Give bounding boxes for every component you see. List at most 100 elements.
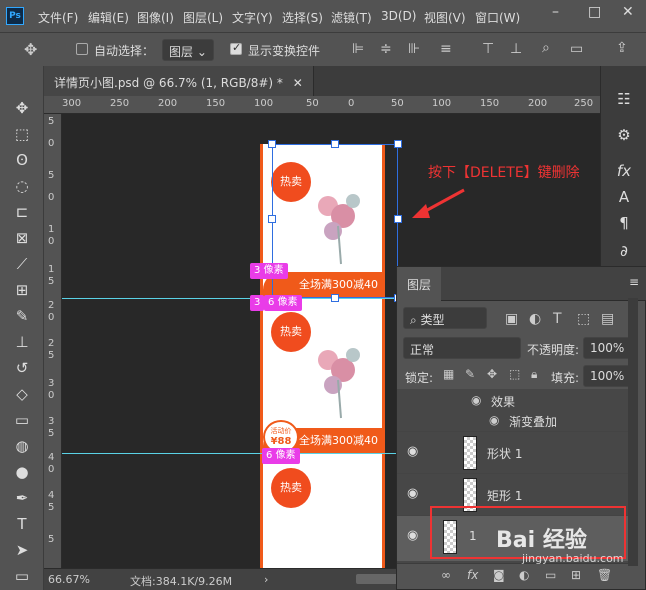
filter-adjust-icon[interactable]: ◐ — [529, 311, 541, 327]
filter-smart-icon[interactable]: ▤ — [601, 311, 614, 327]
align-right-icon[interactable]: ⊪ — [408, 41, 420, 57]
filter-pixel-icon[interactable]: ▣ — [505, 311, 518, 327]
transform-handle[interactable] — [268, 215, 276, 223]
align-top-icon[interactable]: ⊤ — [482, 41, 494, 57]
menu-file[interactable]: 文件(F) — [38, 9, 78, 26]
layers-tab[interactable]: 图层 — [397, 267, 442, 301]
glyphs-icon[interactable]: ∂ — [613, 242, 635, 264]
trash-icon[interactable]: 🗑︎ — [597, 568, 612, 582]
quick-select-icon[interactable]: ◌ — [12, 176, 32, 196]
zoom-level[interactable]: 66.67% — [48, 573, 90, 586]
move-tool-icon[interactable]: ✥ — [12, 98, 32, 118]
panel-menu-icon[interactable]: ≡ — [629, 275, 639, 289]
pen-tool-icon[interactable]: ✒ — [12, 488, 32, 508]
healing-brush-icon[interactable]: ⊞ — [12, 280, 32, 300]
transform-handle[interactable] — [331, 294, 339, 302]
path-select-icon[interactable]: ➤ — [12, 540, 32, 560]
link-icon[interactable]: ∞ — [441, 568, 451, 582]
visibility-eye-icon[interactable]: ◉ — [407, 528, 421, 543]
visibility-eye-icon[interactable]: ◉ — [407, 486, 421, 501]
dodge-tool-icon[interactable]: ● — [12, 462, 32, 482]
transform-handle[interactable] — [268, 140, 276, 148]
mask-icon[interactable]: ◙ — [493, 568, 505, 582]
group-icon[interactable]: ▭ — [545, 568, 556, 582]
transform-box[interactable] — [272, 144, 398, 298]
fx-icon[interactable]: fx — [613, 162, 635, 184]
history-brush-icon[interactable]: ↺ — [12, 358, 32, 378]
rectangle-tool-icon[interactable]: ▭ — [12, 566, 32, 586]
price-badge-label: 活动价 — [270, 427, 292, 435]
ruler-label: 200 — [528, 98, 548, 109]
search-icon[interactable]: ⌕ — [542, 40, 550, 56]
transform-handle[interactable] — [331, 140, 339, 148]
kind-filter-dropdown[interactable]: ⌕ 类型 — [403, 307, 487, 329]
distribute-icon[interactable]: ≡ — [440, 41, 452, 57]
eyedropper-icon[interactable]: ⟋ — [12, 254, 32, 274]
workspace-icon[interactable]: ▭ — [570, 41, 583, 57]
lock-all-icon[interactable]: 🔒︎ — [531, 367, 537, 382]
lock-transparent-icon[interactable]: ▦ — [443, 367, 454, 381]
blend-mode-dropdown[interactable]: 正常 — [403, 337, 521, 359]
document-info: 文档:384.1K/9.26M — [130, 575, 233, 588]
share-icon[interactable]: ⇪ — [616, 40, 628, 56]
status-arrow-icon[interactable]: › — [264, 573, 268, 586]
layer-row[interactable]: ◉ 形状 1 — [397, 431, 632, 473]
properties-icon[interactable]: ⚙ — [613, 126, 635, 148]
close-window-button[interactable]: ✕ — [622, 4, 634, 20]
effect-visibility-icon[interactable]: ◉ — [471, 393, 481, 407]
adjustments-icon[interactable]: ☷ — [613, 90, 635, 112]
type-tool-icon[interactable]: T — [12, 514, 32, 534]
new-layer-icon[interactable]: ⊞ — [571, 568, 581, 582]
maximize-button[interactable]: □ — [588, 4, 601, 20]
auto-select-checkbox[interactable] — [76, 43, 88, 55]
visibility-eye-icon[interactable]: ◉ — [407, 444, 421, 459]
ruler-label: 100 — [432, 98, 452, 109]
menu-image[interactable]: 图像(I) — [137, 9, 174, 26]
fx-icon[interactable]: fx — [467, 568, 478, 582]
ruler-label: 0 — [48, 312, 55, 323]
ruler-label: 50 — [391, 98, 404, 109]
lock-position-icon[interactable]: ✥ — [487, 367, 497, 381]
measure-tag: 6 像素 — [262, 448, 300, 464]
eraser-tool-icon[interactable]: ◇ — [12, 384, 32, 404]
menu-layer[interactable]: 图层(L) — [183, 9, 223, 26]
minimize-button[interactable]: – — [552, 4, 559, 20]
align-left-icon[interactable]: ⊫ — [352, 41, 364, 57]
layers-scrollbar[interactable] — [628, 298, 638, 566]
crop-tool-icon[interactable]: ⊏ — [12, 202, 32, 222]
marquee-tool-icon[interactable]: ⬚ — [12, 124, 32, 144]
character-icon[interactable]: A — [613, 188, 635, 210]
gradient-tool-icon[interactable]: ▭ — [12, 410, 32, 430]
document-tab[interactable]: 详情页小图.psd @ 66.7% (1, RGB/8#) * ✕ — [44, 66, 314, 96]
lock-pixels-icon[interactable]: ✎ — [465, 367, 475, 381]
transform-handle[interactable] — [394, 140, 402, 148]
close-tab-icon[interactable]: ✕ — [293, 76, 303, 90]
effect-visibility-icon[interactable]: ◉ — [489, 413, 499, 427]
menu-select[interactable]: 选择(S) — [282, 9, 323, 26]
transform-handle[interactable] — [394, 215, 402, 223]
adjustment-icon[interactable]: ◐ — [519, 568, 529, 582]
brush-tool-icon[interactable]: ✎ — [12, 306, 32, 326]
filter-type-icon[interactable]: T — [553, 311, 562, 327]
frame-tool-icon[interactable]: ⊠ — [12, 228, 32, 248]
menu-view[interactable]: 视图(V) — [424, 9, 466, 26]
measure-tag: 3 像素 — [250, 263, 288, 279]
auto-select-dropdown[interactable]: 图层 ⌄ — [162, 39, 214, 61]
filter-shape-icon[interactable]: ⬚ — [577, 311, 590, 327]
lasso-tool-icon[interactable]: ʘ — [12, 150, 32, 170]
menu-edit[interactable]: 编辑(E) — [88, 9, 129, 26]
stamp-tool-icon[interactable]: ⊥ — [12, 332, 32, 352]
blur-tool-icon[interactable]: ◍ — [12, 436, 32, 456]
show-transform-checkbox[interactable] — [230, 41, 242, 55]
move-tool-icon[interactable]: ✥ — [24, 40, 37, 59]
menu-filter[interactable]: 滤镜(T) — [331, 9, 372, 26]
menu-3d[interactable]: 3D(D) — [381, 9, 416, 23]
align-center-icon[interactable]: ≑ — [380, 41, 392, 57]
auto-select-value: 图层 — [169, 45, 194, 59]
menu-type[interactable]: 文字(Y) — [232, 9, 273, 26]
ruler-label: 4 — [48, 490, 55, 501]
paragraph-icon[interactable]: ¶ — [613, 214, 635, 236]
lock-artboard-icon[interactable]: ⬚ — [509, 367, 520, 381]
menu-window[interactable]: 窗口(W) — [475, 9, 520, 26]
align-bottom-icon[interactable]: ⊥ — [510, 41, 522, 57]
